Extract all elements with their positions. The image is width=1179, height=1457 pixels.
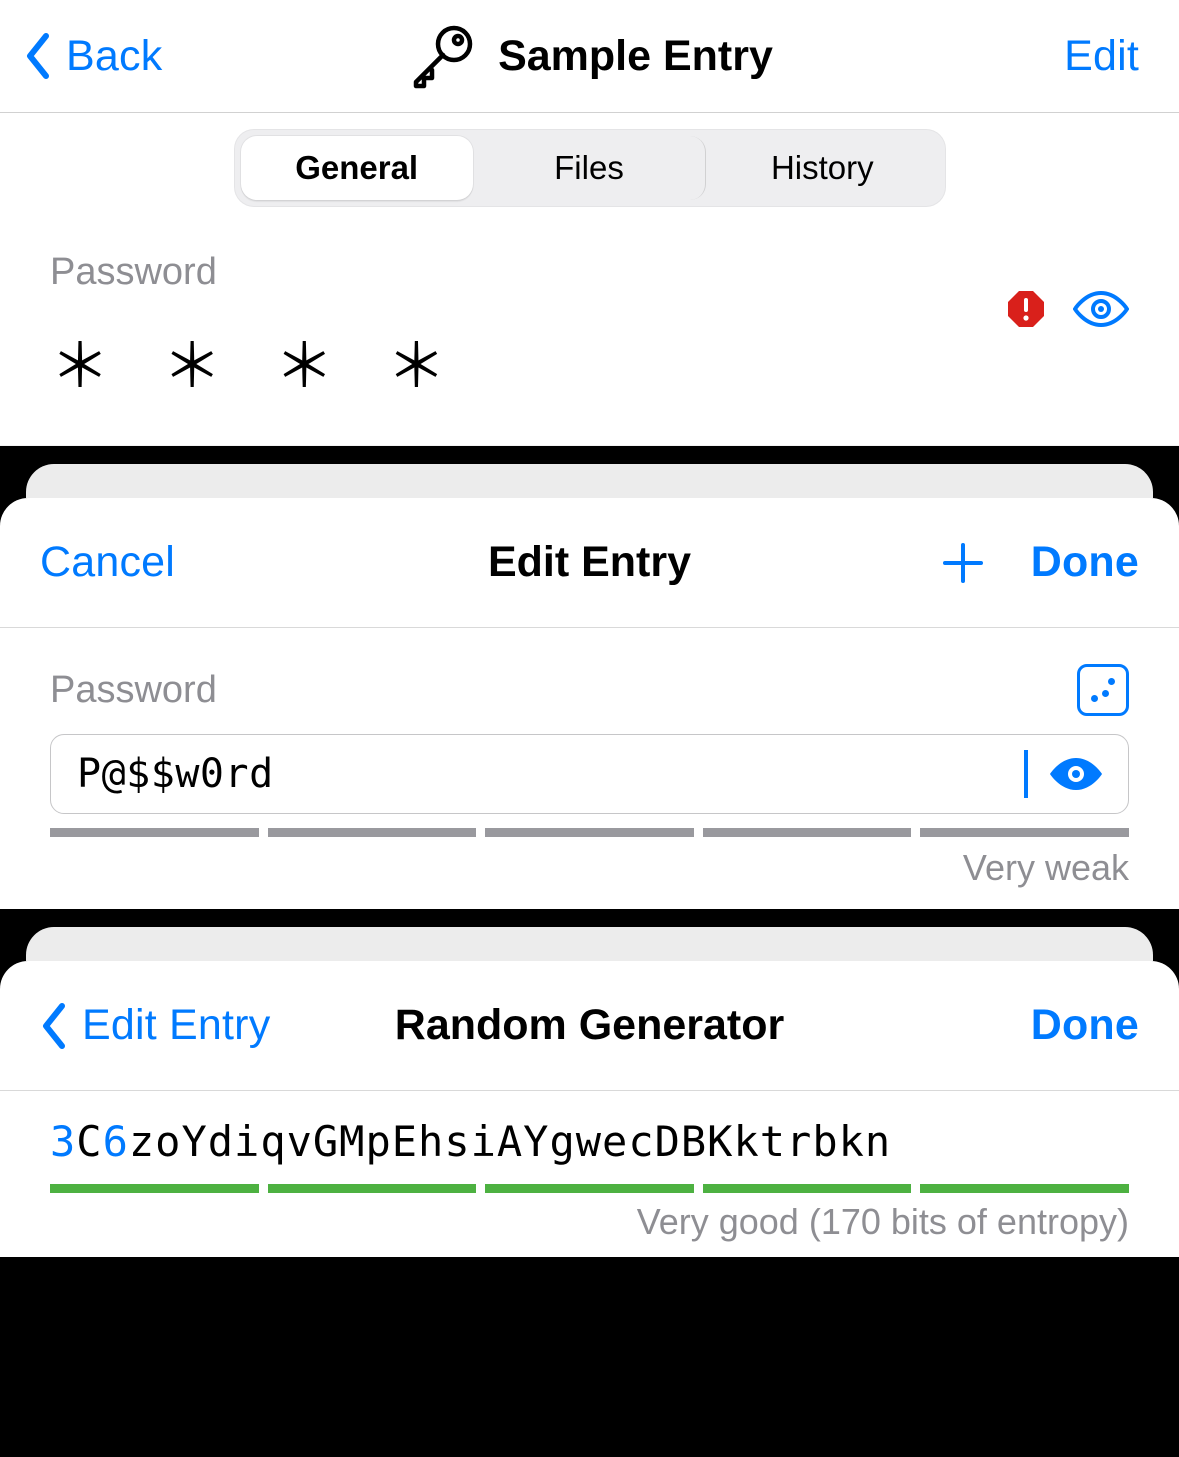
password-label: Password (50, 669, 1077, 712)
text-caret (1024, 750, 1028, 798)
dice-icon (1102, 690, 1109, 697)
dice-icon (1091, 695, 1098, 702)
generated-password[interactable]: 3C6zoYdiqvGMpEhsiAYgwecDBKktrbkn (50, 1117, 1129, 1166)
password-strength-meter (50, 1184, 1129, 1193)
password-strength-label: Very good (170 bits of entropy) (50, 1201, 1129, 1253)
back-button[interactable]: Edit Entry (40, 1001, 270, 1050)
password-warning-icon[interactable] (1007, 290, 1045, 328)
back-label: Back (66, 32, 162, 81)
reveal-password-icon[interactable] (1073, 289, 1129, 329)
navbar: Back Sample Entry Edit (0, 0, 1179, 113)
back-button[interactable]: Back (24, 32, 162, 81)
password-label: Password (50, 251, 1129, 294)
tab-label: Files (554, 149, 624, 187)
edit-button[interactable]: Edit (1064, 32, 1139, 81)
reveal-password-icon[interactable] (1048, 756, 1104, 792)
entry-tabs: General Files History (234, 129, 946, 207)
password-strength-meter (50, 828, 1129, 837)
add-button[interactable] (941, 541, 985, 585)
password-field: Password ＊ ＊ ＊ ＊ (0, 207, 1179, 405)
tab-label: General (295, 149, 418, 187)
navbar: Cancel Edit Entry Done (0, 498, 1179, 628)
chevron-left-icon (24, 32, 52, 80)
back-label: Edit Entry (82, 1001, 270, 1050)
password-input[interactable] (75, 750, 1024, 798)
page-title: Sample Entry (498, 32, 773, 81)
password-strength-label: Very weak (50, 847, 1129, 909)
entry-view-screen: Back Sample Entry Edit General Files His… (0, 0, 1179, 446)
edit-entry-screen: Cancel Edit Entry Done Password (0, 498, 1179, 909)
key-icon (406, 20, 478, 92)
tab-label: History (771, 149, 874, 187)
password-masked[interactable]: ＊ ＊ ＊ ＊ (50, 318, 1129, 405)
done-button[interactable]: Done (1031, 538, 1139, 587)
done-button[interactable]: Done (1031, 1001, 1139, 1050)
dice-icon (1108, 678, 1115, 685)
generate-password-button[interactable] (1077, 664, 1129, 716)
navbar: Edit Entry Random Generator Done (0, 961, 1179, 1091)
tab-files[interactable]: Files (473, 136, 706, 200)
cancel-button[interactable]: Cancel (40, 538, 175, 587)
tab-general[interactable]: General (241, 136, 473, 200)
password-input-wrap (50, 734, 1129, 814)
chevron-left-icon (40, 1002, 68, 1050)
random-generator-screen: Edit Entry Random Generator Done 3C6zoYd… (0, 961, 1179, 1257)
tab-history[interactable]: History (706, 136, 938, 200)
